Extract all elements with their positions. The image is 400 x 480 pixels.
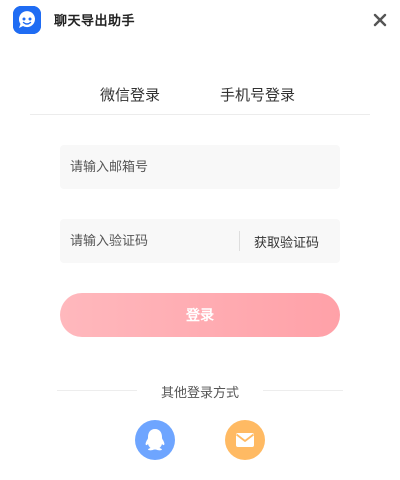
email-field[interactable] xyxy=(70,145,330,189)
tab-phone-login[interactable]: 手机号登录 xyxy=(220,84,295,105)
mail-icon xyxy=(235,433,255,447)
close-icon xyxy=(373,13,387,27)
login-tabs: 微信登录 手机号登录 xyxy=(30,84,370,115)
close-button[interactable] xyxy=(370,10,390,30)
qq-login-button[interactable] xyxy=(135,420,175,460)
app-title: 聊天导出助手 xyxy=(54,14,136,29)
divider xyxy=(263,390,343,391)
email-login-button[interactable] xyxy=(225,420,265,460)
tab-wechat-login[interactable]: 微信登录 xyxy=(100,84,160,105)
login-button[interactable]: 登录 xyxy=(60,293,340,337)
chat-bubble-icon xyxy=(13,6,41,34)
code-field-container: 获取验证码 xyxy=(60,219,340,263)
get-code-button[interactable]: 获取验证码 xyxy=(254,232,319,251)
divider xyxy=(57,390,137,391)
qq-penguin-icon xyxy=(145,429,165,451)
login-window: 聊天导出助手 微信登录 手机号登录 获取验证码 登录 其他登录方式 xyxy=(0,0,400,480)
divider xyxy=(239,231,240,251)
other-login-label: 其他登录方式 xyxy=(160,386,239,401)
verification-code-field[interactable] xyxy=(70,219,230,263)
email-field-container xyxy=(60,145,340,189)
